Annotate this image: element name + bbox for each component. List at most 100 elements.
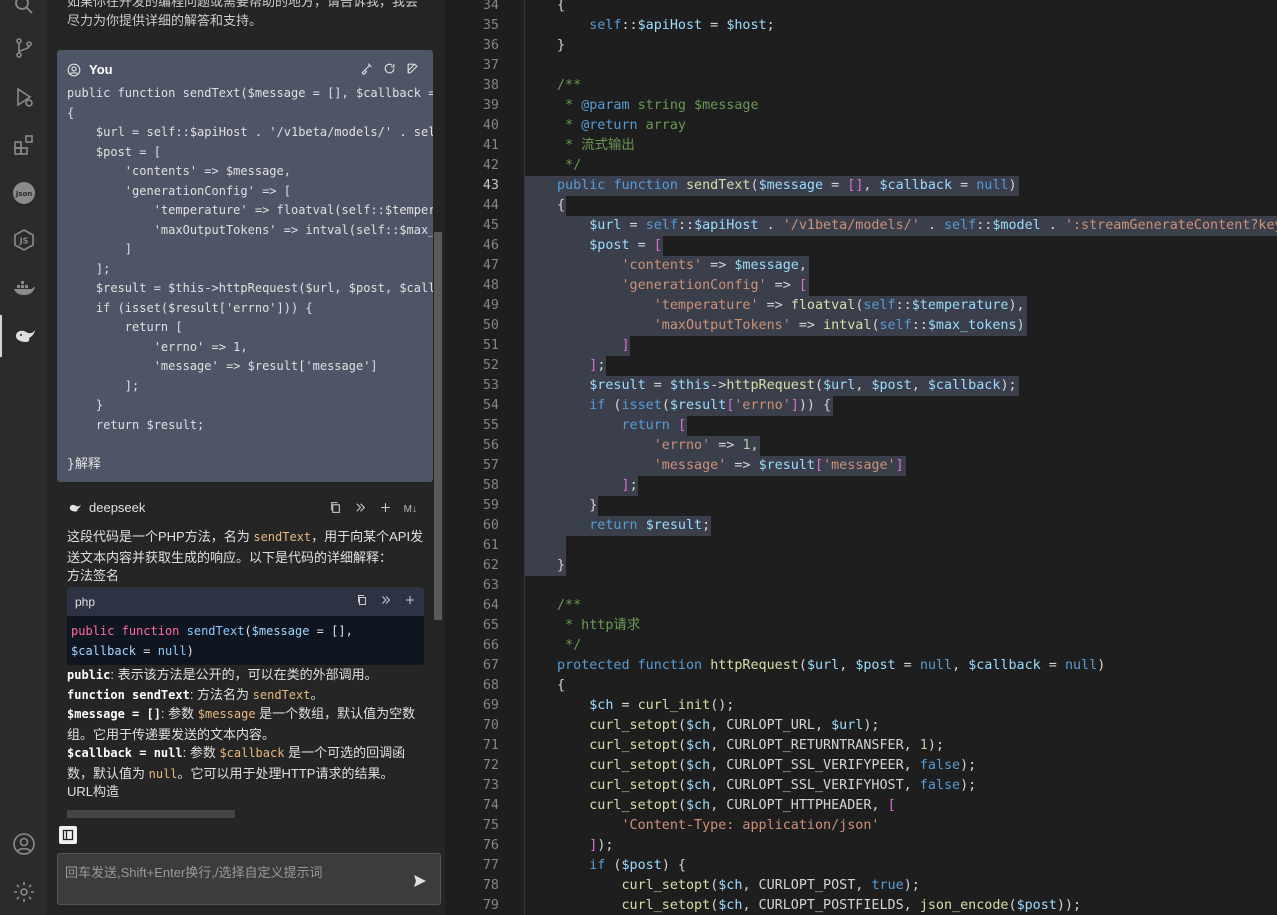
user-message-code: public function sendText($message = [], … (67, 86, 433, 432)
settings-icon[interactable] (0, 871, 47, 913)
line-number: 43 (482, 178, 499, 193)
code-text: $post = [ (589, 238, 662, 253)
docker-icon[interactable] (0, 267, 47, 309)
code-line[interactable]: 78 curl_setopt($ch, CURLOPT_POST, true); (446, 876, 1277, 896)
code-text: * @param string $message (565, 98, 759, 113)
user-message-card: You public function sendText($message = … (57, 50, 433, 482)
code-line[interactable]: 57 'message' => $result['message'] (446, 456, 1277, 476)
code-line[interactable]: 73 curl_setopt($ch, CURLOPT_SSL_VERIFYHO… (446, 776, 1277, 796)
code-line[interactable]: 48 'generationConfig' => [ (446, 276, 1277, 296)
code-line[interactable]: 45 $url = self::$apiHost . '/v1beta/mode… (446, 216, 1277, 236)
code-line[interactable]: 44 { (446, 196, 1277, 216)
code-line[interactable]: 53 $result = $this->httpRequest($url, $p… (446, 376, 1277, 396)
code-line[interactable]: 41 * 流式输出 (446, 136, 1277, 156)
extensions-icon[interactable] (0, 124, 47, 166)
code-text: /** (557, 598, 582, 613)
code-text: curl_setopt($ch, CURLOPT_URL, $url); (589, 718, 880, 733)
json-icon[interactable]: Json (0, 172, 47, 214)
search-icon[interactable] (0, 0, 47, 26)
code-insert-icon[interactable] (380, 594, 392, 609)
code-line[interactable]: 77 if ($post) { (446, 856, 1277, 876)
code-line[interactable]: 76 ]); (446, 836, 1277, 856)
bullet-code: public (67, 668, 111, 682)
code-line[interactable]: 72 curl_setopt($ch, CURLOPT_SSL_VERIFYPE… (446, 756, 1277, 776)
code-line[interactable]: 37 (446, 56, 1277, 76)
code-line[interactable]: 59 } (446, 496, 1277, 516)
code-line[interactable]: 46 $post = [ (446, 236, 1277, 256)
code-line[interactable]: 79 curl_setopt($ch, CURLOPT_POSTFIELDS, … (446, 896, 1277, 915)
code-line[interactable]: 60 return $result; (446, 516, 1277, 536)
code-line[interactable]: 54 if (isset($result['errno'])) { (446, 396, 1277, 416)
chat-scrollbar-horizontal[interactable] (67, 810, 235, 818)
code-line[interactable]: 71 curl_setopt($ch, CURLOPT_RETURNTRANSF… (446, 736, 1277, 756)
code-line[interactable]: 75 'Content-Type: application/json' (446, 816, 1277, 836)
insert-icon[interactable] (354, 501, 367, 517)
code-text: if (isset($result['errno'])) { (589, 398, 832, 413)
line-number: 76 (482, 838, 499, 853)
code-line[interactable]: 40 * @return array (446, 116, 1277, 136)
copy-icon[interactable] (329, 501, 342, 517)
send-icon[interactable] (412, 873, 428, 889)
code-line[interactable]: 43 public function sendText($message = []… (446, 176, 1277, 196)
code-line[interactable]: 58 ]; (446, 476, 1277, 496)
code-text: } (557, 498, 598, 513)
code-line[interactable]: 64 /** (446, 596, 1277, 616)
code-line[interactable]: 49 'temperature' => floatval(self::$temp… (446, 296, 1277, 316)
chat-scrollbar-vertical[interactable] (434, 232, 442, 620)
user-avatar-icon (67, 63, 81, 76)
js-icon[interactable]: JS (0, 219, 47, 261)
code-line[interactable]: 61 (446, 536, 1277, 556)
code-text: 'Content-Type: application/json' (621, 818, 880, 833)
code-text: ]); (589, 838, 614, 853)
edit-icon[interactable] (406, 62, 419, 80)
code-line[interactable]: 47 'contents' => $message, (446, 256, 1277, 276)
ai-label: deepseek (89, 500, 146, 515)
code-line[interactable]: 69 $ch = curl_init(); (446, 696, 1277, 716)
code-line[interactable]: 38 /** (446, 76, 1277, 96)
chat-input[interactable] (58, 854, 398, 904)
code-line[interactable]: 55 return [ (446, 416, 1277, 436)
line-number: 68 (482, 678, 499, 693)
code-line[interactable]: 67 protected function httpRequest($url, $… (446, 656, 1277, 676)
code-line[interactable]: 70 curl_setopt($ch, CURLOPT_URL, $url); (446, 716, 1277, 736)
source-control-icon[interactable] (0, 27, 47, 69)
chat-history[interactable]: 如果你在开发的编程问题或需要帮助的地方，请告诉我，我会尽力为你提供详细的解答和支… (47, 0, 445, 808)
code-line[interactable]: 34 { (446, 0, 1277, 16)
add-icon[interactable] (379, 501, 392, 517)
code-line[interactable]: 74 curl_setopt($ch, CURLOPT_HTTPHEADER, … (446, 796, 1277, 816)
account-icon[interactable] (0, 823, 47, 865)
bullet-public: public: 表示该方法是公开的，可以在类的外部调用。 (67, 665, 429, 686)
code-line[interactable]: 39 * @param string $message (446, 96, 1277, 116)
code-token: sendText (186, 624, 245, 638)
code-text: curl_setopt($ch, CURLOPT_HTTPHEADER, [ (589, 798, 896, 813)
code-token: public (71, 624, 115, 638)
code-line[interactable]: 66 */ (446, 636, 1277, 656)
markdown-badge[interactable]: M↓ (404, 504, 417, 515)
code-add-icon[interactable] (404, 594, 416, 609)
sidebar-toggle-icon[interactable] (59, 826, 77, 844)
code-copy-icon[interactable] (356, 594, 368, 609)
run-debug-icon[interactable] (0, 76, 47, 118)
regenerate-icon[interactable] (383, 62, 396, 80)
code-line[interactable]: 36} (446, 36, 1277, 56)
code-line[interactable]: 56 'errno' => 1, (446, 436, 1277, 456)
bullet-code: $message = [] (67, 707, 161, 721)
code-line[interactable]: 63 (446, 576, 1277, 596)
deepseek-icon[interactable] (0, 315, 47, 357)
code-line[interactable]: 52 ]; (446, 356, 1277, 376)
line-number: 62 (482, 558, 499, 573)
clear-icon[interactable] (360, 62, 373, 80)
chat-input-box (57, 853, 441, 905)
code-line[interactable]: 42 */ (446, 156, 1277, 176)
code-text: $url = self::$apiHost . '/v1beta/models/… (589, 218, 1277, 233)
code-line[interactable]: 51 ] (446, 336, 1277, 356)
code-line[interactable]: 62} (446, 556, 1277, 576)
code-line[interactable]: 65 * http请求 (446, 616, 1277, 636)
line-number: 64 (482, 598, 499, 613)
code-line[interactable]: 50 'maxOutputTokens' => intval(self::$ma… (446, 316, 1277, 336)
line-number: 59 (482, 498, 499, 513)
code-line[interactable]: 68 { (446, 676, 1277, 696)
code-text: 'message' => $result['message'] (653, 458, 904, 473)
code-editor[interactable]: 34{35 self::$apiHost = $host; 36} 37 38/** 3… (446, 0, 1277, 915)
code-line[interactable]: 35 self::$apiHost = $host; (446, 16, 1277, 36)
